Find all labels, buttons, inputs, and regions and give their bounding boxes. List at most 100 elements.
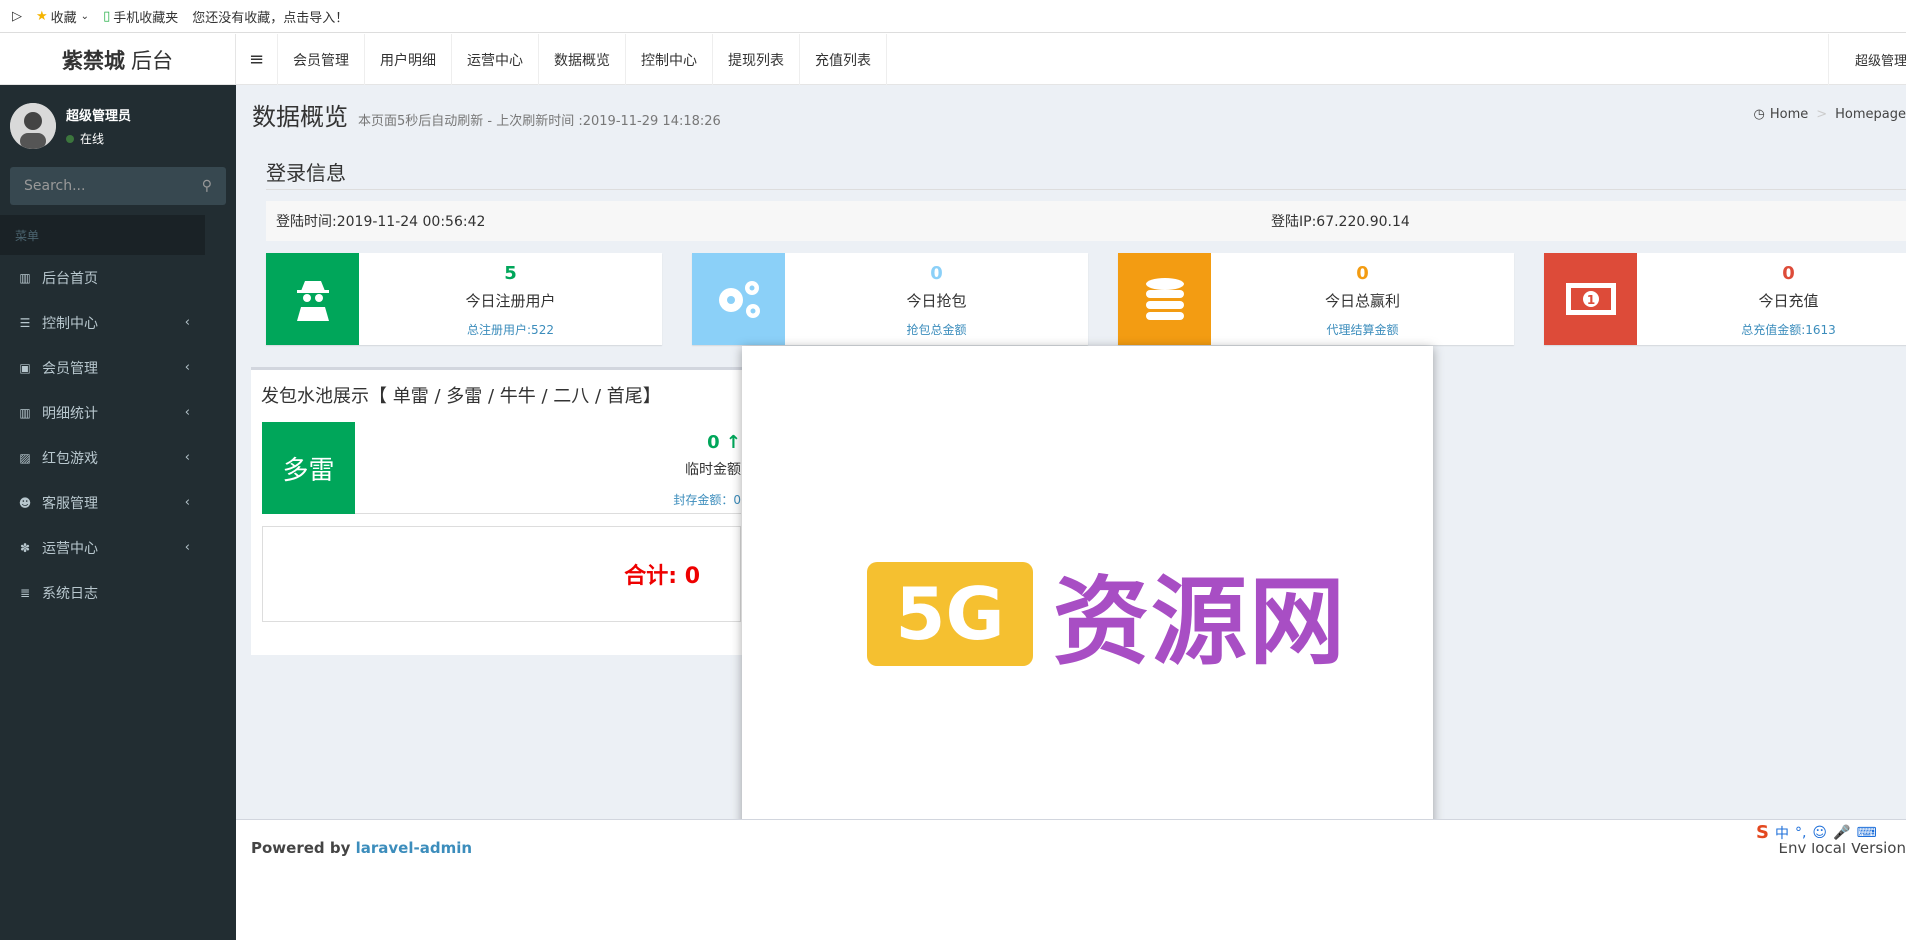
pool-tag: 多雷 xyxy=(262,422,355,514)
nav-item-members[interactable]: 会员管理 xyxy=(278,34,365,85)
sidebar-toggle-icon[interactable]: ▷ xyxy=(12,9,22,24)
chevron-left-icon: ‹ xyxy=(184,315,190,330)
content-header: 数据概览 本页面5秒后自动刷新 - 上次刷新时间 :2019-11-29 14:… xyxy=(252,97,721,132)
chevron-down-icon: ⌄ xyxy=(80,10,90,22)
breadcrumb: ◷ Home > Homepage xyxy=(1753,107,1906,122)
powered-by: Powered by laravel-admin xyxy=(251,839,473,857)
avatar xyxy=(10,103,56,149)
stat-label: 今日抢包 xyxy=(906,292,967,310)
database-icon: ≣ xyxy=(19,585,31,600)
menu-toggle-icon[interactable]: ≡ xyxy=(236,34,278,85)
stat-value: 0 xyxy=(1356,263,1369,284)
import-hint-link[interactable]: 您还没有收藏，点击导入！ xyxy=(192,7,348,26)
divider xyxy=(266,189,1906,190)
svg-text:1: 1 xyxy=(1586,293,1594,307)
chevron-left-icon: ‹ xyxy=(184,495,190,510)
stat-label: 今日注册用户 xyxy=(465,292,556,310)
stat-box-registrations: 5 今日注册用户 总注册用户:522 xyxy=(266,253,662,345)
sidebar-item-operations[interactable]: ✽ 运营中心 ‹ xyxy=(0,525,205,570)
nav-item-withdraw-list[interactable]: 提现列表 xyxy=(713,34,800,85)
stat-sub-link[interactable]: 总注册用户:522 xyxy=(359,321,662,338)
sidebar-user-name: 超级管理员 xyxy=(66,109,132,124)
ime-punctuation-icon[interactable]: °, xyxy=(1795,825,1806,841)
ime-emoji-icon[interactable]: ☺ xyxy=(1812,825,1827,841)
logo[interactable]: 紫禁城 后台 xyxy=(0,34,236,85)
stat-sub-link[interactable]: 抢包总金额 xyxy=(785,321,1088,338)
stat-box-grabs: 0 今日抢包 抢包总金额 xyxy=(692,253,1088,345)
pool-sub: 封存金额：0 xyxy=(673,493,741,507)
favorites-button[interactable]: ★ 收藏 ⌄ xyxy=(36,7,89,26)
dashboard-icon: ◷ xyxy=(1753,107,1765,122)
bookmarks-bar: ▷ ★ 收藏 ⌄ ▯ 手机收藏夹 您还没有收藏，点击导入！ xyxy=(0,0,1906,33)
header-user-menu[interactable]: 超级管理员 xyxy=(1828,34,1906,85)
nav-item-operations[interactable]: 运营中心 xyxy=(452,34,539,85)
users-icon: ☻ xyxy=(18,495,32,510)
sidebar-item-members[interactable]: ▣ 会员管理 ‹ xyxy=(0,345,205,390)
sogou-icon[interactable]: S xyxy=(1756,822,1769,843)
main-header: 紫禁城 后台 ≡ 会员管理 用户明细 运营中心 数据概览 控制中心 提现列表 充值… xyxy=(0,34,1906,85)
pool-value: 0 ↑ xyxy=(707,432,741,453)
stat-label: 今日充值 xyxy=(1758,292,1819,310)
bug-icon: ✽ xyxy=(19,540,31,555)
stat-box-profit: 0 今日总赢利 代理结算金额 xyxy=(1118,253,1514,345)
list-icon: ☰ xyxy=(19,315,31,330)
stat-value: 0 xyxy=(1782,263,1795,284)
pool-box: 发包水池展示【 单雷 / 多雷 / 牛牛 / 二八 / 首尾】 多雷 0 ↑ 临… xyxy=(251,367,751,655)
stat-label: 今日总赢利 xyxy=(1324,292,1400,310)
phone-icon: ▯ xyxy=(103,8,111,24)
sidebar-item-home[interactable]: ▥ 后台首页 xyxy=(0,255,205,300)
menu-header: 菜单 xyxy=(0,215,205,255)
sidebar: 超级管理员 在线 ⚲ 菜单 ▥后台首页 ☰控制中心‹ ▣会员管理‹ ▥明细统计‹… xyxy=(0,85,236,940)
sidebar-item-stats[interactable]: ▥ 明细统计 ‹ xyxy=(0,390,205,435)
ime-keyboard-icon[interactable]: ⌨ xyxy=(1856,825,1876,841)
nav-item-recharge-list[interactable]: 充值列表 xyxy=(800,34,887,85)
watermark-overlay: 5G 资源网 xyxy=(742,346,1433,863)
search-icon[interactable]: ⚲ xyxy=(202,178,212,194)
stat-sub-link[interactable]: 代理结算金额 xyxy=(1211,321,1514,338)
status-dot-icon xyxy=(66,134,74,143)
login-ip: 登陆IP:67.220.90.14 xyxy=(1271,214,1410,230)
login-time: 登陆时间:2019-11-24 00:56:42 xyxy=(276,214,486,230)
login-section-title: 登录信息 xyxy=(266,161,346,185)
watermark-text: 资源网 xyxy=(1053,566,1347,678)
image-icon: ▨ xyxy=(19,450,31,465)
pool-label: 临时金额 xyxy=(685,462,741,478)
money-icon: 1 xyxy=(1544,253,1637,345)
online-status: 在线 xyxy=(66,130,131,147)
ime-toolbar: S 中 °, ☺ 🎤 ⌨ xyxy=(1756,822,1883,843)
pool-title: 发包水池展示【 单雷 / 多雷 / 牛牛 / 二八 / 首尾】 xyxy=(261,386,661,407)
nav-item-data-overview[interactable]: 数据概览 xyxy=(539,34,626,85)
ime-chinese-mode[interactable]: 中 xyxy=(1775,823,1789,843)
sidebar-item-system-log[interactable]: ≣ 系统日志 xyxy=(0,570,205,615)
chevron-left-icon: ‹ xyxy=(184,405,190,420)
database-icon xyxy=(1118,253,1211,345)
watermark-logo: 5G 资源网 xyxy=(867,544,1347,683)
breadcrumb-home[interactable]: Home xyxy=(1770,107,1808,122)
nav-item-user-details[interactable]: 用户明细 xyxy=(365,34,452,85)
main-footer: Powered by laravel-admin Env local Versi… xyxy=(236,819,1906,940)
top-nav: ≡ 会员管理 用户明细 运营中心 数据概览 控制中心 提现列表 充值列表 xyxy=(236,34,887,85)
sidebar-search: ⚲ xyxy=(10,167,226,205)
ime-mic-icon[interactable]: 🎤 xyxy=(1833,825,1850,841)
page-subtitle: 本页面5秒后自动刷新 - 上次刷新时间 :2019-11-29 14:18:26 xyxy=(358,114,721,129)
laravel-admin-link[interactable]: laravel-admin xyxy=(356,839,472,857)
sidebar-item-red-packet-game[interactable]: ▨ 红包游戏 ‹ xyxy=(0,435,205,480)
user-box-icon: ▣ xyxy=(19,360,31,375)
stat-value: 0 xyxy=(930,263,943,284)
pool-body: 0 ↑ 临时金额 封存金额：0 xyxy=(355,422,741,514)
mobile-favorites-button[interactable]: ▯ 手机收藏夹 xyxy=(103,7,178,26)
watermark-badge: 5G xyxy=(867,561,1033,666)
search-input[interactable] xyxy=(24,178,144,194)
pool-total: 合计: 0 xyxy=(262,526,741,622)
sidebar-item-customer-service[interactable]: ☻ 客服管理 ‹ xyxy=(0,480,205,525)
gears-icon xyxy=(692,253,785,345)
sidebar-item-control-center[interactable]: ☰ 控制中心 ‹ xyxy=(0,300,205,345)
stat-sub-link[interactable]: 总充值金额:1613 xyxy=(1637,321,1906,338)
chevron-left-icon: ‹ xyxy=(184,360,190,375)
bar-chart-icon: ▥ xyxy=(19,270,31,285)
star-icon: ★ xyxy=(36,8,48,24)
bar-chart-icon: ▥ xyxy=(19,405,31,420)
stat-box-recharge: 1 0 今日充值 总充值金额:1613 xyxy=(1544,253,1906,345)
nav-item-control-center[interactable]: 控制中心 xyxy=(626,34,713,85)
login-info-row: 登陆时间:2019-11-24 00:56:42 登陆IP:67.220.90.… xyxy=(266,201,1906,241)
